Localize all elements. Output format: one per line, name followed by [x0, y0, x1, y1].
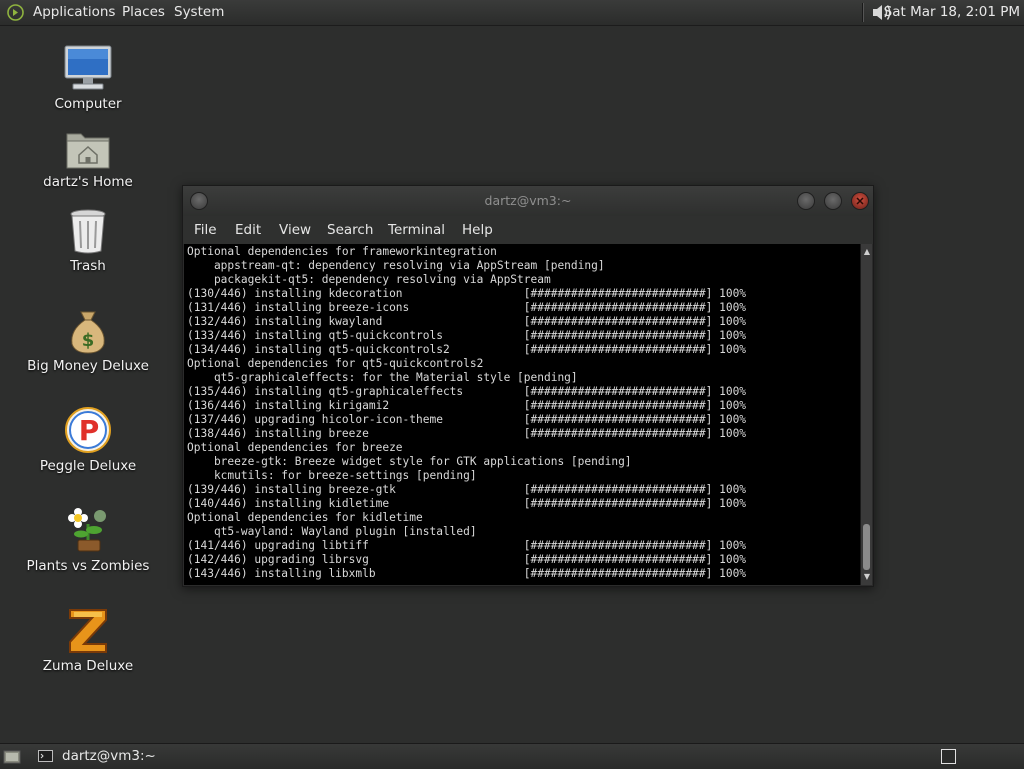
show-desktop-icon[interactable]: [3, 748, 21, 765]
menu-view[interactable]: View: [279, 216, 311, 244]
system-menu[interactable]: System: [174, 0, 224, 25]
terminal-line: qt5-wayland: Wayland plugin [installed]: [187, 525, 477, 538]
desktop-icon-computer[interactable]: Computer: [18, 44, 158, 112]
desktop-icon-zuma[interactable]: Zuma Deluxe: [18, 606, 158, 674]
svg-text:$: $: [82, 330, 95, 351]
workspace-switcher[interactable]: [941, 749, 956, 764]
applications-menu[interactable]: Applications: [33, 0, 115, 25]
menu-file[interactable]: File: [194, 216, 217, 244]
terminal-scrollbar[interactable]: ▲ ▼: [860, 244, 872, 585]
places-menu[interactable]: Places: [122, 0, 165, 25]
desktop-icon-trash[interactable]: Trash: [18, 208, 158, 274]
desktop-icon-label: Zuma Deluxe: [42, 658, 134, 674]
terminal-line: Optional dependencies for qt5-quickcontr…: [187, 357, 484, 370]
taskbar-item-label: dartz@vm3:~: [62, 748, 156, 764]
terminal-text: Optional dependencies for frameworkinteg…: [184, 244, 860, 581]
close-button[interactable]: [851, 192, 869, 210]
menu-search[interactable]: Search: [327, 216, 373, 244]
terminal-line: appstream-qt: dependency resolving via A…: [187, 259, 605, 272]
terminal-window[interactable]: dartz@vm3:~ File Edit View Search Termin…: [182, 185, 874, 587]
terminal-line: kcmutils: for breeze-settings [pending]: [187, 469, 477, 482]
desktop-icon-label: Big Money Deluxe: [27, 358, 149, 374]
desktop-icon-label: Computer: [54, 96, 122, 112]
peggle-icon: P: [65, 407, 111, 453]
terminal-output[interactable]: Optional dependencies for frameworkinteg…: [184, 244, 860, 585]
terminal-line: Optional dependencies for kidletime: [187, 511, 423, 524]
terminal-line: breeze-gtk: Breeze widget style for GTK …: [187, 455, 632, 468]
desktop-icon-label: Trash: [70, 258, 106, 274]
terminal-line: (143/446) installing libxmlb [##########…: [187, 567, 747, 580]
terminal-line: (135/446) installing qt5-graphicaleffect…: [187, 385, 747, 398]
scroll-up-arrow-icon[interactable]: ▲: [862, 246, 872, 258]
clock[interactable]: Sat Mar 18, 2:01 PM: [884, 0, 1020, 25]
home-folder-icon: [66, 133, 110, 169]
terminal-line: (134/446) installing qt5-quickcontrols2 …: [187, 343, 747, 356]
terminal-line: (140/446) installing kidletime [########…: [187, 497, 747, 510]
terminal-menubar: File Edit View Search Terminal Help: [183, 216, 873, 244]
scrollbar-thumb[interactable]: [863, 524, 870, 570]
desktop-icon-peggle[interactable]: P Peggle Deluxe: [18, 406, 158, 474]
svg-text:P: P: [79, 414, 100, 447]
desktop-icon-label: Plants vs Zombies: [26, 558, 150, 574]
maximize-button[interactable]: [824, 192, 842, 210]
computer-icon: [64, 45, 112, 90]
terminal-line: (142/446) upgrading librsvg [###########…: [187, 553, 747, 566]
money-bag-icon: $: [71, 311, 105, 354]
close-icon: [856, 197, 864, 205]
menu-help[interactable]: Help: [462, 216, 493, 244]
terminal-line: (130/446) installing kdecoration [######…: [187, 287, 747, 300]
bottom-panel: dartz@vm3:~: [0, 743, 1024, 769]
terminal-icon: [38, 750, 53, 762]
desktop-icon-label: Peggle Deluxe: [39, 458, 137, 474]
terminal-line: (141/446) upgrading libtiff [###########…: [187, 539, 747, 552]
terminal-line: (137/446) upgrading hicolor-icon-theme […: [187, 413, 747, 426]
top-panel: Applications Places System Sat Mar 18, 2…: [0, 0, 1024, 26]
desktop-icon-big-money[interactable]: $ Big Money Deluxe: [18, 308, 158, 374]
menu-edit[interactable]: Edit: [235, 216, 261, 244]
terminal-line: (132/446) installing kwayland [#########…: [187, 315, 747, 328]
terminal-line: packagekit-qt5: dependency resolving via…: [187, 273, 551, 286]
terminal-line: (133/446) installing qt5-quickcontrols […: [187, 329, 747, 342]
applications-icon[interactable]: [7, 4, 24, 21]
terminal-line: (131/446) installing breeze-icons [#####…: [187, 301, 747, 314]
terminal-line: (136/446) installing kirigami2 [########…: [187, 399, 747, 412]
zuma-icon: [69, 609, 107, 653]
scroll-down-arrow-icon[interactable]: ▼: [862, 571, 872, 583]
terminal-line: (138/446) installing breeze [###########…: [187, 427, 747, 440]
minimize-button[interactable]: [797, 192, 815, 210]
window-title: dartz@vm3:~: [484, 193, 572, 208]
desktop-icon-home[interactable]: dartz's Home: [18, 128, 158, 190]
desktop-icon-label: dartz's Home: [43, 174, 133, 190]
terminal-line: Optional dependencies for frameworkinteg…: [187, 245, 497, 258]
terminal-line: qt5-graphicaleffects: for the Material s…: [187, 371, 578, 384]
terminal-line: (139/446) installing breeze-gtk [#######…: [187, 483, 747, 496]
trash-icon: [70, 209, 106, 254]
terminal-line: Optional dependencies for breeze: [187, 441, 403, 454]
desktop-icon-pvz[interactable]: Plants vs Zombies: [18, 506, 158, 574]
menu-terminal[interactable]: Terminal: [388, 216, 445, 244]
taskbar-item-terminal[interactable]: dartz@vm3:~: [34, 746, 234, 767]
panel-separator: [862, 3, 864, 22]
window-titlebar[interactable]: dartz@vm3:~: [183, 186, 873, 216]
plants-vs-zombies-icon: [68, 508, 106, 552]
